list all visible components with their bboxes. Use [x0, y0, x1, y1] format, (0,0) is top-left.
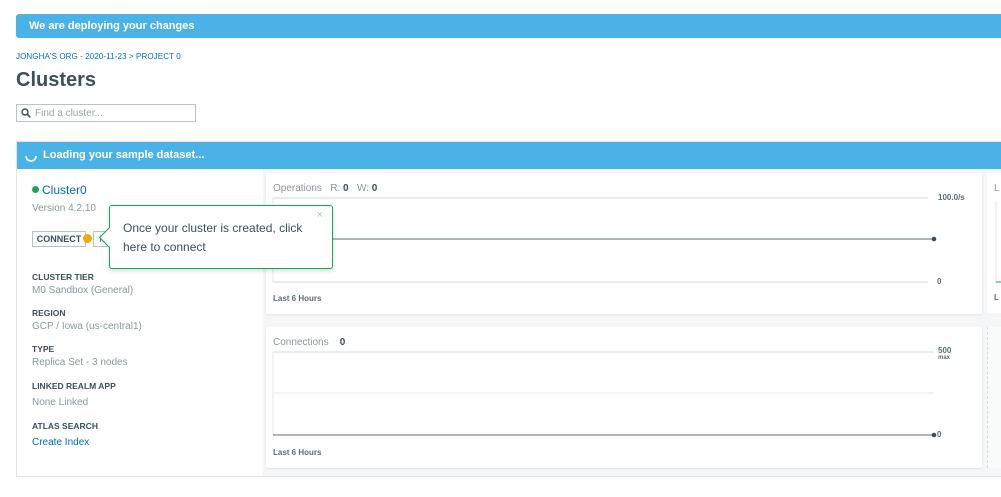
atlas-search-label: ATLAS SEARCH: [32, 421, 98, 431]
partial-chart-placeholder: [987, 327, 1001, 468]
operations-y-min: 0: [937, 277, 942, 286]
loading-status-text: Loading your sample dataset...: [43, 149, 205, 161]
cluster-name-link[interactable]: Cluster0: [32, 183, 87, 197]
cluster-name: Cluster0: [42, 183, 87, 197]
operations-plot: [272, 197, 937, 283]
region-value: GCP / Iowa (us-central1): [32, 321, 142, 332]
connections-plot: [272, 351, 937, 438]
cluster-tier-value: M0 Sandbox (General): [32, 285, 134, 296]
search-icon: [21, 108, 31, 118]
type-value: Replica Set - 3 nodes: [32, 357, 128, 368]
connections-chart[interactable]: Connections 0 500 max 0 Last 6 Hours: [266, 327, 982, 468]
breadcrumb-project[interactable]: PROJECT 0: [136, 52, 181, 61]
type-label: TYPE: [32, 344, 55, 354]
page-title: Clusters: [16, 69, 97, 91]
loading-spinner-icon: [25, 155, 37, 162]
create-index-link[interactable]: Create Index: [32, 437, 89, 448]
cluster-search[interactable]: [16, 104, 196, 122]
search-input[interactable]: [35, 106, 190, 120]
operations-series-point: [931, 236, 937, 242]
partial-chart-plot: [995, 201, 1001, 283]
realm-app-value: None Linked: [32, 397, 89, 408]
connections-series-point: [931, 432, 937, 438]
operations-chart[interactable]: Operations R: 0 W: 0 100.0/s 0 Last 6 Ho…: [266, 173, 982, 314]
partial-chart-footer: L: [994, 293, 999, 302]
loading-header: Loading your sample dataset...: [17, 142, 1001, 169]
deploy-banner-text: We are deploying your changes: [29, 20, 195, 32]
region-label: REGION: [32, 308, 66, 318]
cluster-tier-label: CLUSTER TIER: [32, 272, 94, 282]
operations-footer: Last 6 Hours: [273, 294, 322, 303]
breadcrumb-org[interactable]: JONGHA'S ORG - 2020-11-23: [16, 52, 127, 61]
close-icon[interactable]: ×: [317, 209, 323, 221]
status-dot-icon: [32, 186, 39, 193]
partial-chart-tile[interactable]: L L: [987, 173, 1001, 313]
connections-y-max-sub: max: [938, 355, 951, 361]
cluster-version: Version 4.2.10: [32, 203, 96, 214]
tooltip-text: Once your cluster is created, click here…: [123, 221, 303, 254]
breadcrumb-separator: >: [128, 52, 134, 61]
connections-y-min: 0: [937, 430, 942, 439]
pulse-indicator-icon: [83, 234, 92, 243]
realm-app-label: LINKED REALM APP: [32, 381, 116, 391]
connections-footer: Last 6 Hours: [273, 448, 322, 457]
deploy-banner: We are deploying your changes: [16, 14, 1001, 38]
connections-y-max: 500: [938, 346, 952, 355]
connect-button[interactable]: CONNECT: [32, 231, 86, 247]
breadcrumb: JONGHA'S ORG - 2020-11-23 > PROJECT 0: [16, 52, 181, 61]
operations-y-max: 100.0/s: [938, 193, 965, 202]
connect-tooltip: Once your cluster is created, click here…: [98, 205, 333, 269]
